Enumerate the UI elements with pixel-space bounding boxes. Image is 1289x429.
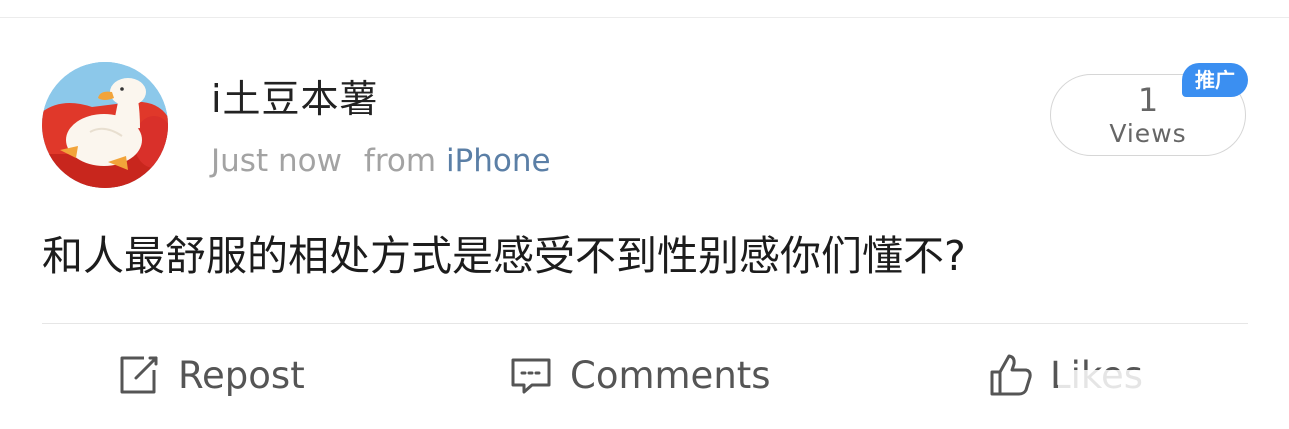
- source-prefix: from: [363, 143, 437, 179]
- promote-badge[interactable]: 推广: [1182, 63, 1248, 97]
- repost-button[interactable]: Repost: [116, 350, 305, 400]
- comment-icon: [508, 352, 554, 398]
- weibo-post-card: i土豆本薯 Just now from iPhone 1 Views 推广 和人最…: [0, 0, 1289, 429]
- post-text: 和人最舒服的相处方式是感受不到性别感你们懂不?: [42, 232, 966, 280]
- edit-icon: [116, 352, 162, 398]
- comments-label: Comments: [570, 353, 771, 397]
- timestamp: Just now: [211, 143, 342, 179]
- comments-button[interactable]: Comments: [508, 350, 771, 400]
- views-label: Views: [1109, 119, 1187, 148]
- username[interactable]: i土豆本薯: [211, 75, 379, 123]
- top-divider: [0, 17, 1289, 18]
- source-link[interactable]: iPhone: [446, 143, 551, 179]
- repost-label: Repost: [178, 353, 305, 397]
- post-meta: Just now from iPhone: [211, 141, 551, 181]
- watermark-overlay: [1058, 370, 1288, 420]
- action-divider: [42, 323, 1248, 324]
- duck-avatar-icon: [42, 62, 168, 188]
- avatar[interactable]: [42, 62, 168, 188]
- thumbs-up-icon: [988, 352, 1034, 398]
